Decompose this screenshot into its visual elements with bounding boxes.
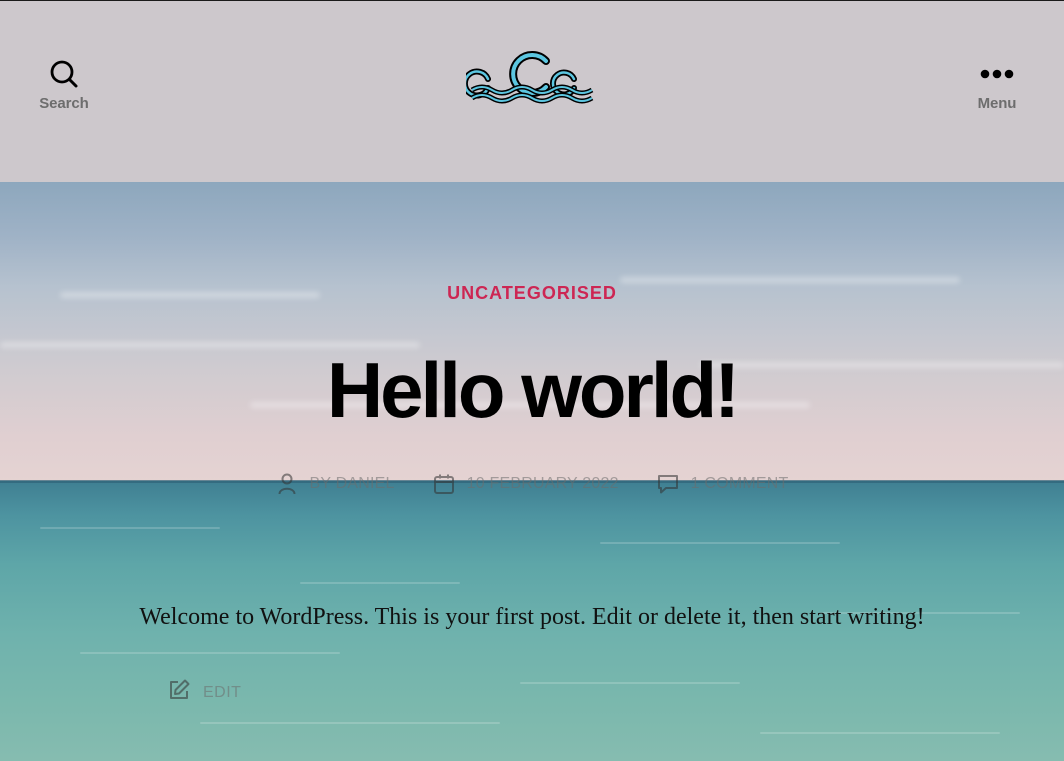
- post-category-link[interactable]: Uncategorised: [0, 283, 1064, 304]
- edit-post-label: Edit: [203, 683, 242, 701]
- user-icon: [276, 473, 298, 495]
- site-header: Search Menu: [0, 0, 1064, 182]
- post-comments-link[interactable]: 1 Comment: [691, 475, 789, 493]
- wave: [520, 682, 740, 684]
- search-icon: [14, 56, 114, 92]
- menu-toggle[interactable]: Menu: [947, 56, 1047, 112]
- page: Search Menu UNCATEGORISED Hello world! B…: [0, 0, 1064, 761]
- post-author: By Daniel: [276, 473, 395, 495]
- wave: [600, 542, 840, 544]
- wave: [80, 652, 340, 654]
- comment-icon: [657, 473, 679, 495]
- wave: [760, 732, 1000, 734]
- menu-toggle-label: Menu: [977, 95, 1017, 112]
- post-date-link[interactable]: 10 February 2022: [467, 475, 619, 493]
- calendar-icon: [433, 473, 455, 495]
- wave: [300, 582, 460, 584]
- post-meta: By Daniel 10 February 2022 1 Comme: [0, 473, 1064, 495]
- sky-background: [0, 182, 1064, 482]
- post-body-text: Welcome to WordPress. This is your first…: [139, 604, 925, 630]
- wave: [40, 527, 220, 529]
- edit-icon: [167, 678, 191, 707]
- search-toggle[interactable]: Search: [14, 56, 114, 112]
- post-date: 10 February 2022: [433, 473, 619, 495]
- search-toggle-label: Search: [39, 95, 89, 112]
- post-author-prefix: By: [309, 475, 331, 492]
- cover-image: [0, 182, 1064, 761]
- more-horizontal-icon: [947, 56, 1047, 92]
- waves-logo-icon: [461, 51, 594, 104]
- wave: [200, 722, 500, 724]
- post-author-link[interactable]: Daniel: [336, 475, 395, 492]
- edit-post-link[interactable]: Edit: [167, 678, 241, 707]
- site-logo[interactable]: [461, 41, 598, 107]
- post-comments: 1 Comment: [657, 473, 789, 495]
- post-title[interactable]: Hello world!: [0, 345, 1064, 435]
